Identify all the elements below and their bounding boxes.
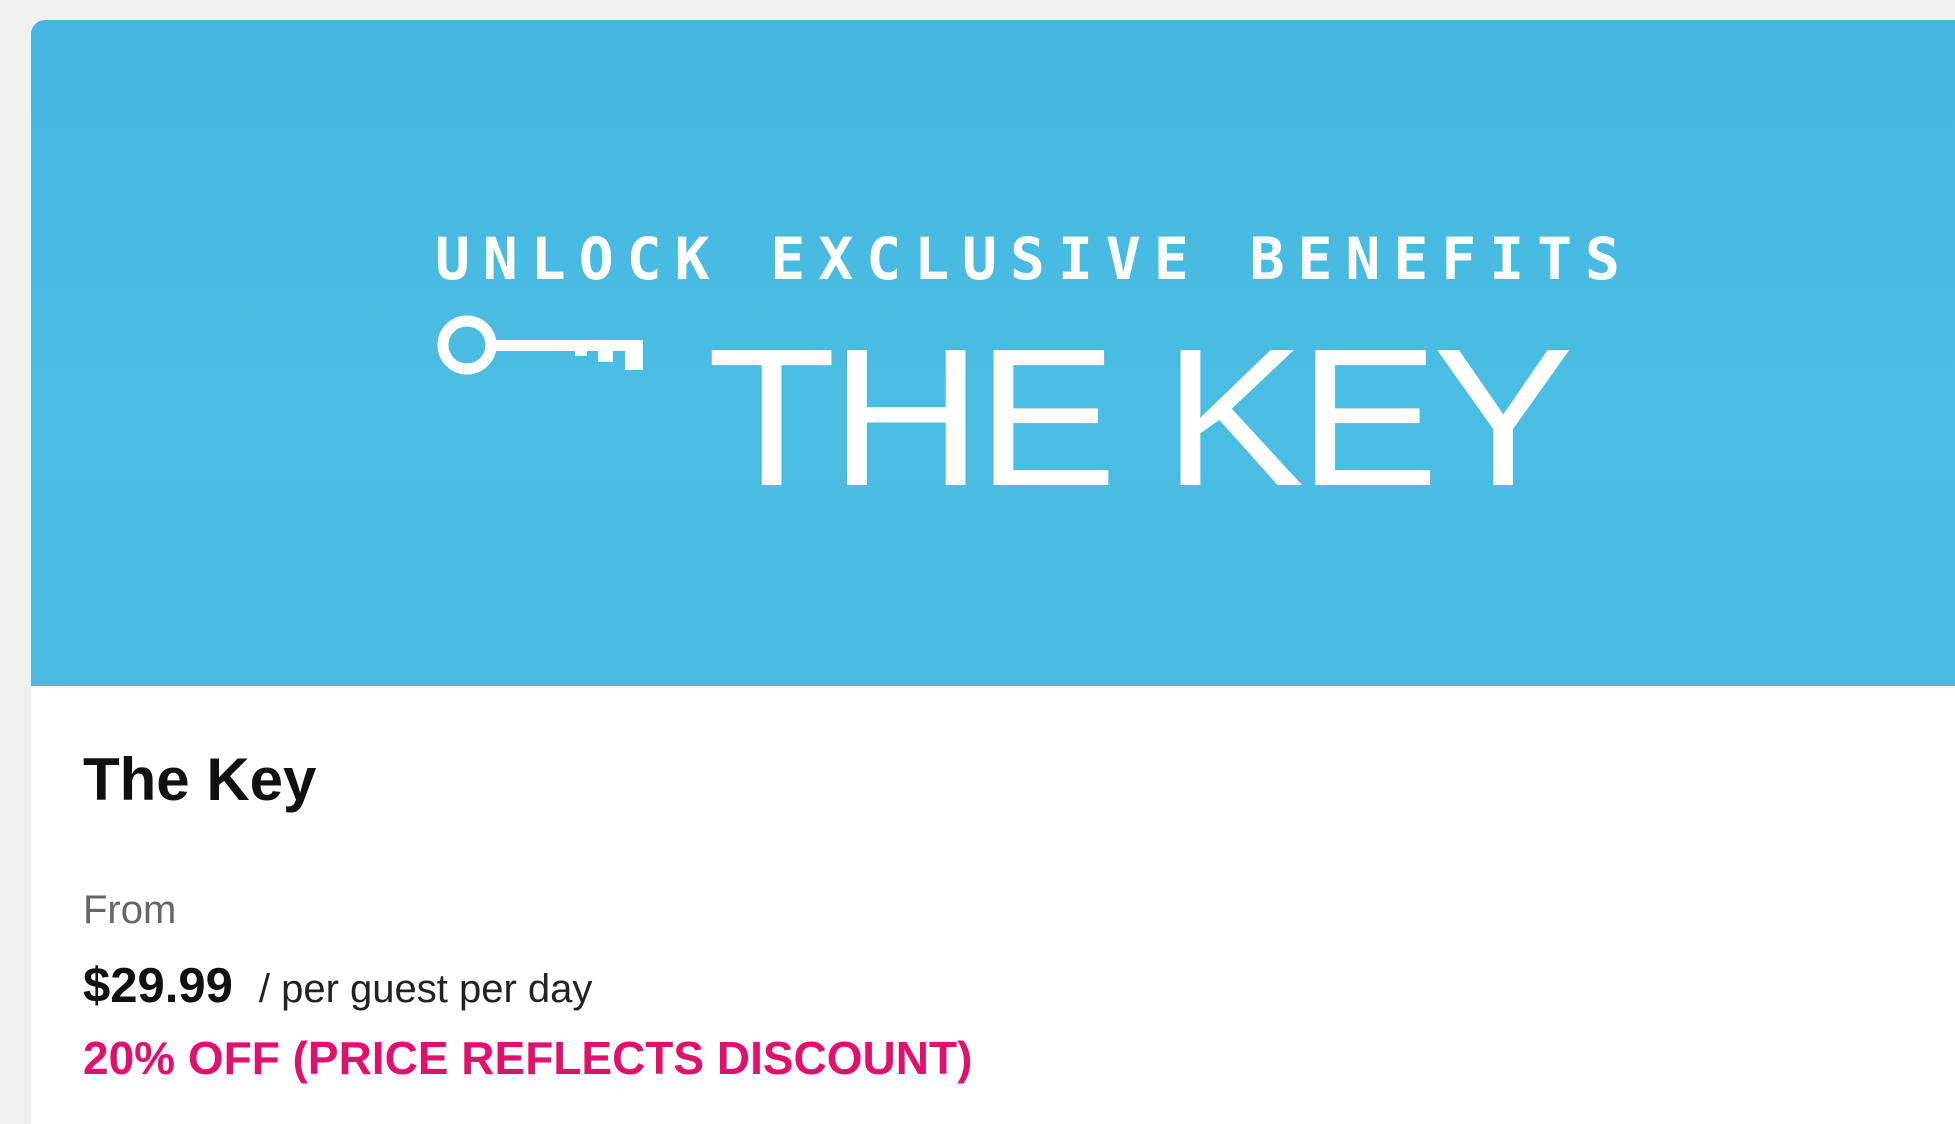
price-row: $29.99 / per guest per day [83,962,592,1011]
price-from-label: From [83,888,177,932]
discount-badge: 20% OFF (PRICE REFLECTS DISCOUNT) [83,1032,973,1084]
product-title[interactable]: The Key [83,750,316,810]
banner-brand-title: THE KEY [707,308,1574,527]
key-icon [437,315,643,375]
product-banner-image[interactable]: UNLOCK EXCLUSIVE BENEFITS THE KEY [31,20,1955,686]
banner-tagline: UNLOCK EXCLUSIVE BENEFITS [435,225,1633,293]
price-unit: / per guest per day [258,967,593,1011]
price-value: $29.99 [83,959,233,1013]
product-card[interactable]: UNLOCK EXCLUSIVE BENEFITS THE KEY The Ke… [31,20,1955,1124]
